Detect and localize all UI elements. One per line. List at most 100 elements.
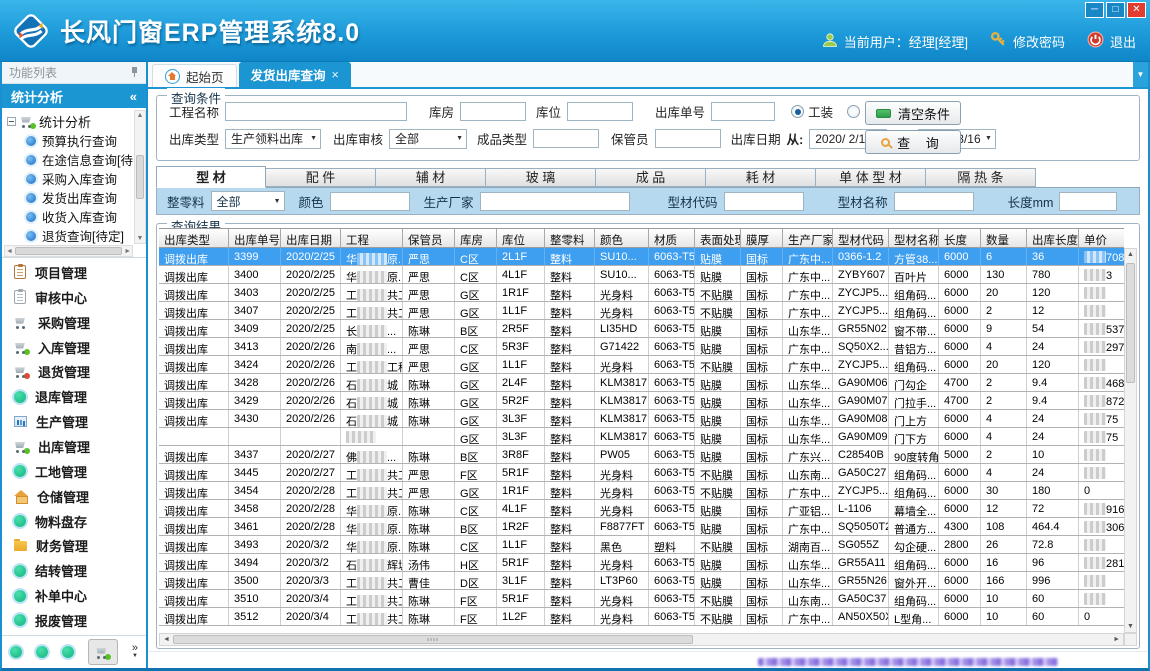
column-header-13[interactable]: 型材代码	[833, 229, 889, 247]
sidebar-module-3[interactable]: 入库管理	[14, 338, 146, 357]
green-dot-icon[interactable]	[36, 646, 48, 658]
table-row-0[interactable]: 调拨出库33992020/2/25华原...严思C区2L1F整料SU10...6…	[159, 248, 1124, 266]
material-tab-0[interactable]: 型 材	[156, 166, 266, 188]
table-row-19[interactable]: 调拨出库35102020/3/4工共工程陈琳F区5R1F整料光身料6063-T5…	[159, 590, 1124, 608]
material-tab-5[interactable]: 耗 材	[706, 168, 816, 187]
tree-horizontal-scrollbar[interactable]: ◄ ►	[4, 245, 133, 257]
table-row-8[interactable]: 调拨出库34292020/2/26石城陈琳G区5R2F整料KLM38176063…	[159, 392, 1124, 410]
color-input[interactable]	[330, 192, 410, 211]
sidebar-module-6[interactable]: 生产管理	[14, 412, 146, 431]
green-dot-icon[interactable]	[62, 646, 74, 658]
column-header-14[interactable]: 型材名称	[889, 229, 939, 247]
column-header-8[interactable]: 颜色	[595, 229, 649, 247]
scroll-right-icon[interactable]: ►	[124, 248, 131, 255]
tree-item-5[interactable]: 退货查询[待定]	[7, 226, 132, 245]
material-tab-6[interactable]: 单 体 型 材	[816, 168, 926, 187]
tab-shipment-outbound-query[interactable]: 发货出库查询 ×	[239, 62, 351, 87]
cart-shortcut-button[interactable]	[88, 639, 118, 665]
scrollbar-thumb[interactable]	[136, 155, 144, 199]
tree-root[interactable]: 统计分析	[7, 111, 132, 131]
sidebar-module-0[interactable]: 项目管理	[14, 263, 146, 282]
table-row-16[interactable]: 调拨出库34932020/3/2华原...陈琳C区1L1F整料黑色塑料不贴膜国标…	[159, 536, 1124, 554]
table-row-13[interactable]: 调拨出库34542020/2/28工共工程严思G区1R1F整料光身料6063-T…	[159, 482, 1124, 500]
outbound-no-input[interactable]	[711, 102, 775, 121]
logout-link[interactable]: 退出	[1110, 32, 1136, 51]
grid-vertical-scrollbar[interactable]: ▲ ▼	[1124, 248, 1137, 633]
minimize-button[interactable]: ─	[1085, 2, 1104, 18]
column-header-3[interactable]: 工程	[341, 229, 403, 247]
material-tab-4[interactable]: 成 品	[596, 168, 706, 187]
profile-code-input[interactable]	[724, 192, 804, 211]
column-header-16[interactable]: 数量	[981, 229, 1027, 247]
material-tab-7[interactable]: 隔 热 条	[926, 168, 1036, 187]
sidebar-module-9[interactable]: 仓储管理	[14, 487, 146, 506]
green-dot-icon[interactable]	[10, 646, 22, 658]
sidebar-module-4[interactable]: 退货管理	[14, 362, 146, 381]
product-type-input[interactable]	[533, 129, 599, 148]
whole-part-combo[interactable]: 全部 ▼	[211, 191, 285, 211]
scrollbar-thumb[interactable]	[1126, 263, 1135, 383]
column-header-6[interactable]: 库位	[497, 229, 545, 247]
sidebar-module-1[interactable]: 审核中心	[14, 288, 146, 307]
table-row-6[interactable]: 调拨出库34242020/2/26工工程严思G区1L1F整料光身料6063-T5…	[159, 356, 1124, 374]
tree-item-2[interactable]: 采购入库查询	[7, 169, 132, 188]
tree-item-1[interactable]: 在途信息查询[待	[7, 150, 132, 169]
length-input[interactable]	[1059, 192, 1117, 211]
sidebar-module-5[interactable]: 退库管理	[14, 387, 146, 406]
scroll-up-icon[interactable]: ▲	[1127, 251, 1134, 258]
grid-horizontal-scrollbar[interactable]: ◄ ►	[159, 633, 1124, 646]
tree-vertical-scrollbar[interactable]: ▲ ▼	[134, 110, 146, 244]
scroll-left-icon[interactable]: ◄	[6, 248, 13, 255]
keeper-input[interactable]	[655, 129, 721, 148]
column-header-10[interactable]: 表面处理	[695, 229, 741, 247]
scroll-left-icon[interactable]: ◄	[163, 636, 170, 643]
column-header-7[interactable]: 整零料	[545, 229, 595, 247]
table-row-7[interactable]: 调拨出库34282020/2/26石城陈琳G区2L4F整料KLM38176063…	[159, 374, 1124, 392]
factory-input[interactable]	[480, 192, 630, 211]
table-row-18[interactable]: 调拨出库35002020/3/3工共工程曹佳D区3L1F整料LT3P606063…	[159, 572, 1124, 590]
project-name-input[interactable]	[225, 102, 407, 121]
sidebar-group-header[interactable]: 统计分析 «	[2, 84, 146, 108]
footer-expand-chevron[interactable]: » ▼	[132, 644, 138, 660]
table-row-2[interactable]: 调拨出库34032020/2/25工共工程严思G区1R1F整料光身料6063-T…	[159, 284, 1124, 302]
sidebar-module-11[interactable]: 财务管理	[14, 536, 146, 555]
location-input[interactable]	[567, 102, 633, 121]
table-row-17[interactable]: 调拨出库34942020/3/2石辉城汤伟H区5R1F整料光身料6063-T5贴…	[159, 554, 1124, 572]
column-header-2[interactable]: 出库日期	[281, 229, 341, 247]
profile-name-input[interactable]	[894, 192, 974, 211]
close-button[interactable]: ✕	[1127, 2, 1146, 18]
column-header-9[interactable]: 材质	[649, 229, 695, 247]
material-tab-2[interactable]: 辅 材	[376, 168, 486, 187]
tab-close-icon[interactable]: ×	[332, 68, 339, 82]
tab-overflow-dropdown[interactable]: ▼	[1133, 62, 1148, 87]
column-header-1[interactable]: 出库单号	[229, 229, 281, 247]
sidebar-module-8[interactable]: 工地管理	[14, 462, 146, 481]
table-row-1[interactable]: 调拨出库34002020/2/25华原...严思C区4L1F整料SU10...6…	[159, 266, 1124, 284]
pin-icon[interactable]	[130, 67, 139, 78]
clear-conditions-button[interactable]: 清空条件	[865, 101, 961, 125]
material-tab-1[interactable]: 配 件	[266, 168, 376, 187]
table-row-15[interactable]: 调拨出库34612020/2/28华原...陈琳B区1R2F整料F8877FT6…	[159, 518, 1124, 536]
table-row-4[interactable]: 调拨出库34092020/2/25长...陈琳B区2R5F整料LI35HD606…	[159, 320, 1124, 338]
table-row-3[interactable]: 调拨出库34072020/2/25工共工程严思G区1L1F整料光身料6063-T…	[159, 302, 1124, 320]
scroll-up-icon[interactable]: ▲	[137, 112, 144, 119]
column-header-5[interactable]: 库房	[455, 229, 497, 247]
search-button[interactable]: 查 询	[865, 130, 961, 154]
collapse-icon[interactable]: «	[130, 89, 137, 104]
tree-item-4[interactable]: 收货入库查询	[7, 207, 132, 226]
radio-gongzhuang[interactable]: 工装	[791, 102, 833, 121]
sidebar-module-12[interactable]: 结转管理	[14, 561, 146, 580]
column-header-4[interactable]: 保管员	[403, 229, 455, 247]
tree-item-3[interactable]: 发货出库查询	[7, 188, 132, 207]
warehouse-input[interactable]	[460, 102, 526, 121]
sidebar-module-10[interactable]: 物料盘存	[14, 512, 146, 531]
column-header-12[interactable]: 生产厂家	[783, 229, 833, 247]
maximize-button[interactable]: □	[1106, 2, 1125, 18]
material-tab-3[interactable]: 玻 璃	[486, 168, 596, 187]
column-header-0[interactable]: 出库类型	[159, 229, 229, 247]
tree-item-0[interactable]: 预算执行查询	[7, 131, 132, 150]
column-header-15[interactable]: 长度	[939, 229, 981, 247]
column-header-17[interactable]: 出库长度	[1027, 229, 1079, 247]
table-row-10[interactable]: G区3L3F整料KLM38176063-T5贴膜国标山东华...GA90M09.…	[159, 428, 1124, 446]
scroll-down-icon[interactable]: ▼	[137, 235, 144, 242]
